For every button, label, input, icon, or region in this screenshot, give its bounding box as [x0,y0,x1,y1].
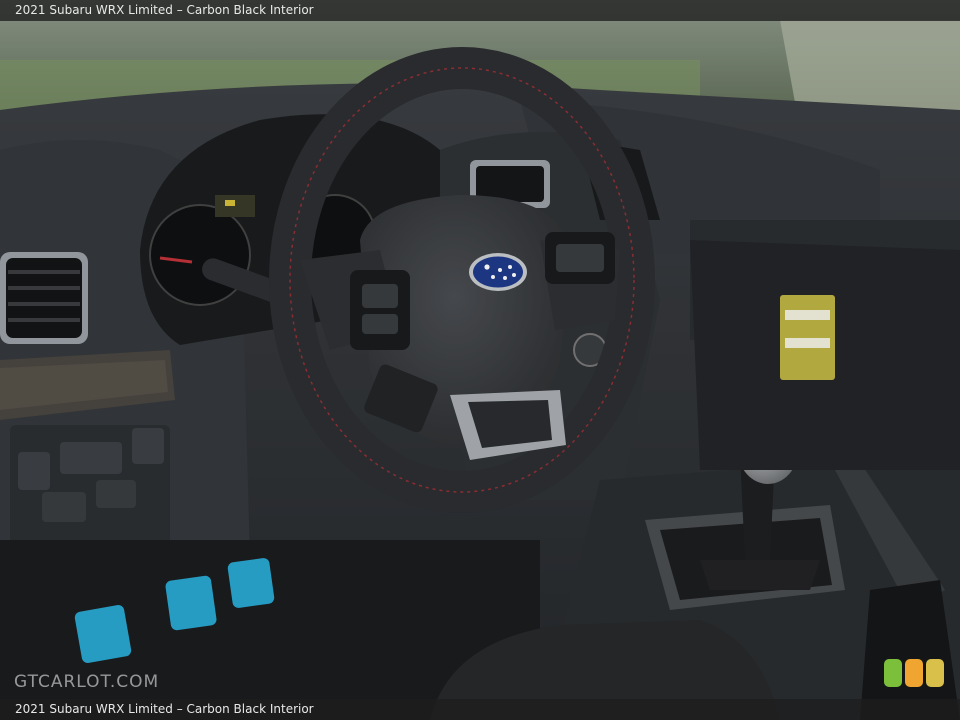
badge-orange-pill [905,659,923,687]
gtcarlot-watermark: GTCARLOT.COM [14,672,160,692]
caption-bar-bottom: 2021 Subaru WRX Limited – Carbon Black I… [0,699,960,720]
gtcarlot-badge [884,659,946,687]
interior-photo [0,0,960,720]
caption-top: 2021 Subaru WRX Limited – Carbon Black I… [15,3,314,17]
caption-bottom: 2021 Subaru WRX Limited – Carbon Black I… [15,702,314,716]
caption-bar-top: 2021 Subaru WRX Limited – Carbon Black I… [0,0,960,21]
badge-yellow-pill [926,659,944,687]
badge-green-pill [884,659,902,687]
